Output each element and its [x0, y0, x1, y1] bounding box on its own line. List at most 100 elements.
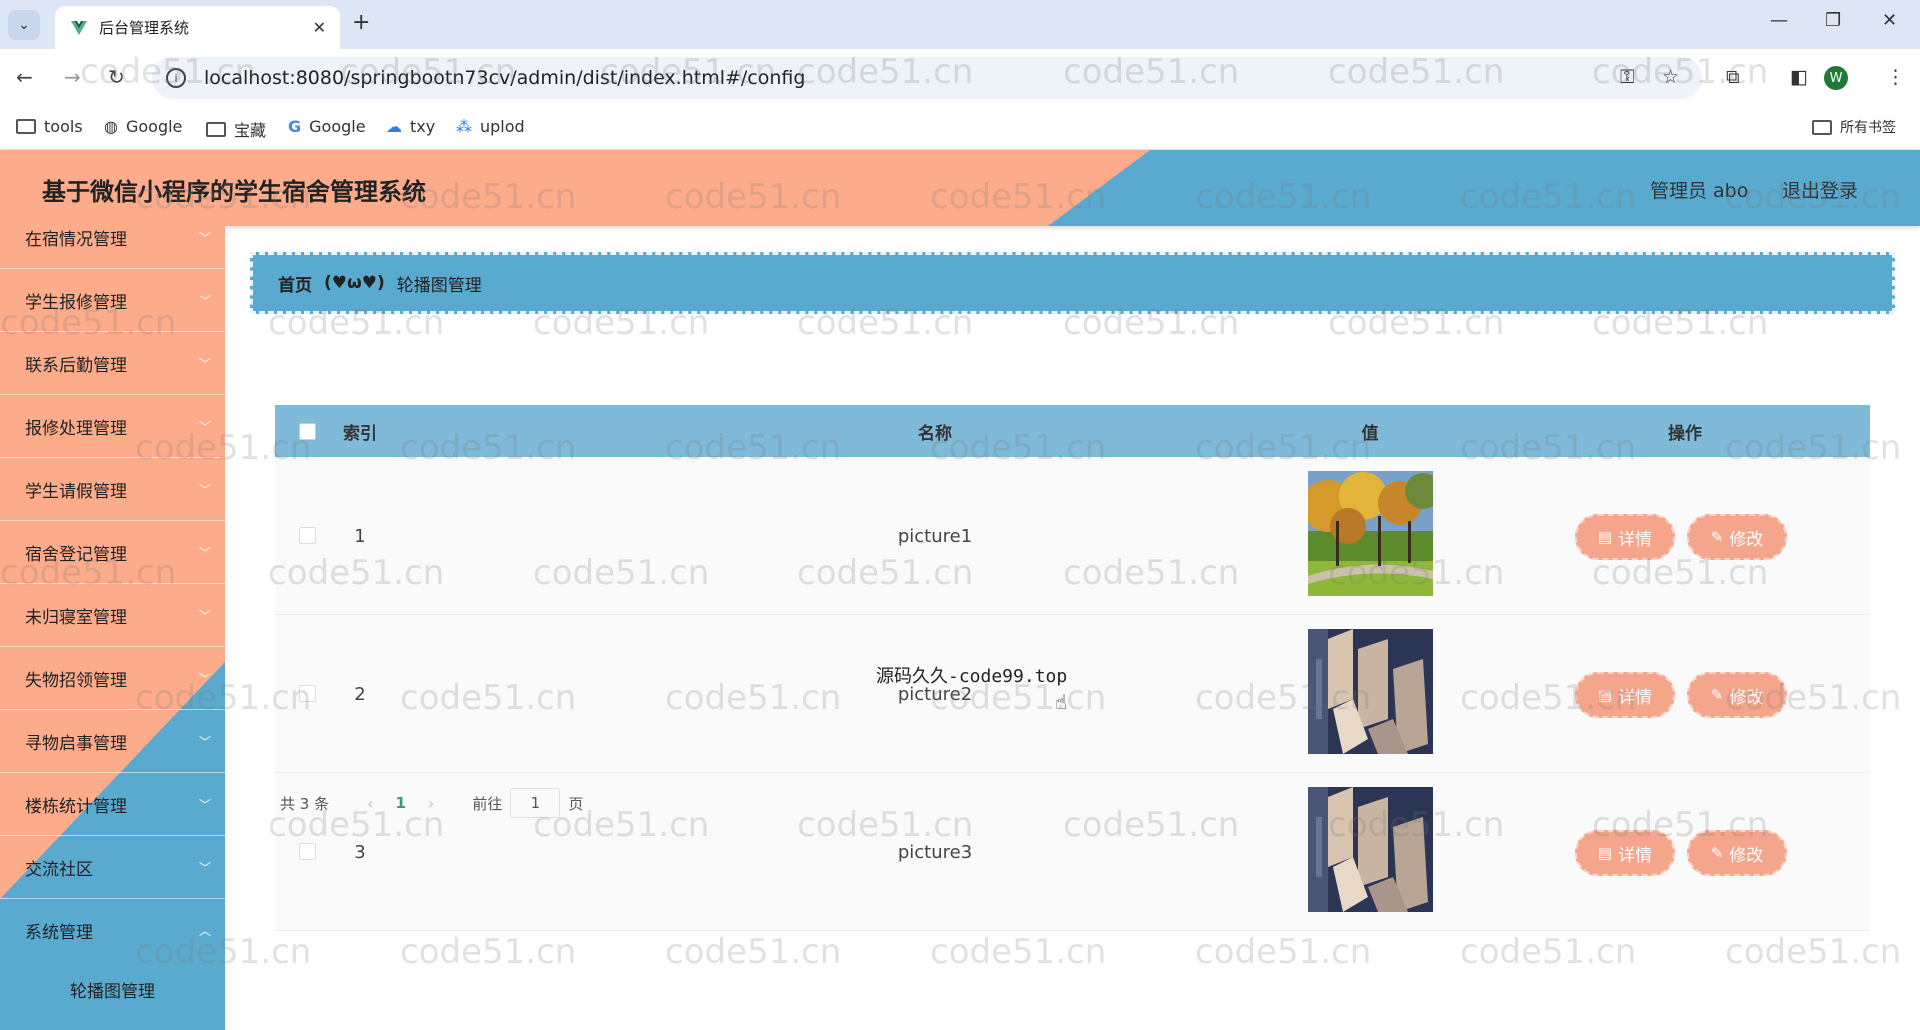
sidebar-item-xunwu[interactable]: 寻物启事管理 ﹀	[0, 710, 225, 773]
tab-title: 后台管理系统	[99, 19, 190, 37]
logout-button[interactable]: 退出登录	[1782, 176, 1858, 203]
document-icon: ▤	[1597, 528, 1613, 546]
sidebar-item-label: 寻物启事管理	[25, 733, 127, 754]
edit-label: 修改	[1729, 687, 1764, 708]
chevron-down-icon: ﹀	[198, 482, 211, 497]
row-index: 2	[354, 683, 366, 705]
detail-button[interactable]: ▤ 详情	[1575, 672, 1675, 718]
page-suffix: 页	[568, 794, 584, 813]
detail-button[interactable]: ▤ 详情	[1575, 830, 1675, 876]
breadcrumb: 首页 (♥ω♥) 轮播图管理	[250, 252, 1895, 314]
more-menu-icon[interactable]: ⋮	[1886, 66, 1905, 88]
table-row: 2 picture2 ▤ 详情 ✎ 修改	[275, 615, 1870, 773]
sidebar-item-label: 宿舍登记管理	[25, 544, 127, 565]
forward-arrow-icon[interactable]: →	[64, 65, 81, 89]
folder-icon	[206, 121, 226, 137]
chevron-down-icon: ﹀	[198, 608, 211, 623]
edit-button[interactable]: ✎ 修改	[1687, 514, 1787, 560]
sidebar-item-qingjia[interactable]: 学生请假管理 ﹀	[0, 458, 225, 521]
browser-chrome: ⌄ 后台管理系统 ✕ + — ❐ ✕ ← → ↻ i localhost:808…	[0, 0, 1920, 150]
sidebar-item-houqin[interactable]: 联系后勤管理 ﹀	[0, 332, 225, 395]
sidebar-item-label: 系统管理	[25, 923, 93, 943]
page-number[interactable]: 1	[396, 794, 406, 812]
pagination: 共 3 条 ‹ 1 › 前往 1 页	[280, 786, 583, 820]
sidebar-subitem-lunbotu[interactable]: 轮播图管理	[0, 962, 225, 1016]
detail-label: 详情	[1618, 845, 1653, 866]
sidebar-item-shiwu[interactable]: 失物招领管理 ﹀	[0, 647, 225, 710]
tab-search-button[interactable]: ⌄	[8, 10, 40, 40]
site-info-icon[interactable]: i	[166, 68, 186, 88]
minimize-icon[interactable]: —	[1770, 10, 1788, 31]
document-icon: ▤	[1597, 686, 1613, 704]
sidebar-item-dengji[interactable]: 宿舍登记管理 ﹀	[0, 521, 225, 584]
row-name: picture2	[897, 683, 973, 705]
bookmark-google[interactable]: ◍ Google	[104, 117, 182, 136]
profile-avatar[interactable]: W	[1824, 66, 1848, 90]
chevron-down-icon: ﹀	[198, 860, 211, 875]
close-icon[interactable]: ✕	[313, 18, 326, 37]
sidebar-item-xitong[interactable]: 系统管理 ︿	[0, 899, 225, 962]
goto-page-input[interactable]: 1	[510, 788, 561, 818]
prev-page-icon[interactable]: ‹	[367, 794, 373, 813]
edit-icon: ✎	[1710, 528, 1724, 546]
pagination-total: 共 3 条	[280, 794, 330, 813]
edit-icon: ✎	[1710, 844, 1724, 862]
extensions-icon[interactable]: ⧉	[1726, 66, 1740, 88]
sidebar-item-label: 交流社区	[25, 859, 93, 880]
url-text: localhost:8080/springbootn73cv/admin/dis…	[204, 67, 806, 89]
sidebar-item-label: 报修处理管理	[25, 418, 127, 439]
next-page-icon[interactable]: ›	[428, 794, 434, 813]
cloud-icon: ☁	[386, 117, 402, 136]
edit-label: 修改	[1729, 529, 1764, 550]
column-index: 索引	[343, 423, 377, 444]
row-checkbox[interactable]	[299, 843, 316, 860]
bookmark-txy[interactable]: ☁ txy	[386, 117, 435, 136]
reload-icon[interactable]: ↻	[108, 65, 125, 89]
bookmark-label: Google	[309, 117, 366, 136]
sidebar-subitem-label: 轮播图管理	[70, 981, 155, 1002]
star-icon[interactable]: ☆	[1662, 66, 1679, 88]
sidebar-item-shequ[interactable]: 交流社区 ﹀	[0, 836, 225, 899]
bookmark-uplod[interactable]: ⁂ uplod	[456, 117, 525, 136]
key-icon[interactable]: ⚿	[1620, 66, 1634, 88]
sidebar-item-loudong[interactable]: 楼栋统计管理 ﹀	[0, 773, 225, 836]
edit-button[interactable]: ✎ 修改	[1687, 830, 1787, 876]
breadcrumb-home[interactable]: 首页	[278, 271, 312, 296]
bookmark-label: Google	[125, 117, 183, 136]
chevron-down-icon: ﹀	[198, 293, 211, 308]
restore-icon[interactable]: ❐	[1825, 10, 1841, 31]
breadcrumb-current: 轮播图管理	[396, 275, 482, 296]
bookmark-baozang[interactable]: 宝藏	[206, 117, 266, 141]
row-checkbox[interactable]	[299, 527, 316, 544]
row-checkbox[interactable]	[299, 685, 316, 702]
sidebar-item-label: 失物招领管理	[25, 670, 127, 691]
folder-icon	[16, 119, 36, 134]
window-close-icon[interactable]: ✕	[1882, 10, 1897, 31]
app-header: 基于微信小程序的学生宿舍管理系统 管理员 abo 退出登录	[0, 150, 1920, 226]
chevron-down-icon: ﹀	[198, 734, 211, 749]
sidebar-item-weigui[interactable]: 未归寝室管理 ﹀	[0, 584, 225, 647]
sidebar-item-baoxiu[interactable]: 学生报修管理 ﹀	[0, 269, 225, 332]
new-tab-icon[interactable]: +	[352, 10, 370, 35]
bookmark-label: 宝藏	[234, 121, 267, 140]
all-bookmarks[interactable]: 所有书签	[1812, 117, 1896, 137]
edit-button[interactable]: ✎ 修改	[1687, 672, 1787, 718]
sidebar-item-chuli[interactable]: 报修处理管理 ﹀	[0, 395, 225, 458]
browser-tab[interactable]: 后台管理系统 ✕	[55, 6, 340, 49]
row-name: picture1	[897, 525, 973, 547]
address-bar[interactable]: i localhost:8080/springbootn73cv/admin/d…	[152, 57, 1702, 99]
sidebar-item-zaisu[interactable]: 在宿情况管理 ﹀	[0, 226, 225, 269]
select-all-checkbox[interactable]	[299, 423, 316, 440]
chevron-up-icon: ︿	[198, 924, 211, 938]
globe-icon: ◍	[104, 117, 118, 136]
sidebar-item-label: 联系后勤管理	[25, 355, 127, 376]
architecture-image	[1308, 787, 1433, 912]
bookmark-google-2[interactable]: G Google	[288, 117, 366, 136]
bookmark-tools[interactable]: tools	[16, 117, 83, 136]
chevron-down-icon: ﹀	[198, 797, 211, 812]
browser-toolbar: ← → ↻ i localhost:8080/springbootn73cv/a…	[0, 49, 1920, 107]
detail-button[interactable]: ▤ 详情	[1575, 514, 1675, 560]
back-arrow-icon[interactable]: ←	[16, 65, 33, 89]
sidebar-panel-icon[interactable]: ◧	[1790, 66, 1808, 88]
hand-cursor-icon: ☝	[1055, 690, 1068, 714]
